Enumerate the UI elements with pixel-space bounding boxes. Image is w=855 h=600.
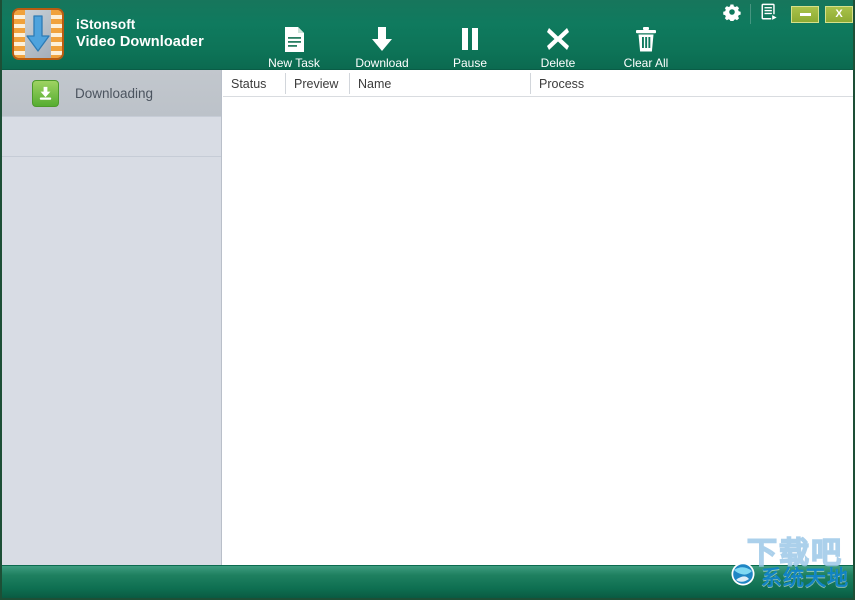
column-header-status[interactable]: Status xyxy=(223,70,285,97)
blue-download-arrow xyxy=(26,15,50,52)
download-task-list[interactable] xyxy=(223,97,853,566)
product-name: Video Downloader xyxy=(76,34,204,51)
table-header-row: Status Preview Name Process xyxy=(223,70,853,97)
trash-can-icon xyxy=(634,24,658,54)
minimize-icon xyxy=(799,12,811,16)
window-controls: X xyxy=(716,2,853,26)
film-strip-download-icon xyxy=(12,8,64,60)
document-list-icon xyxy=(760,3,778,26)
brand-name: iStonsoft xyxy=(76,16,136,32)
close-button[interactable]: X xyxy=(825,5,853,23)
delete-label: Delete xyxy=(540,56,576,70)
application-window: iStonsoft Video Downloader New Task Down… xyxy=(0,0,855,600)
brand-logo-area: iStonsoft Video Downloader xyxy=(12,8,204,60)
column-header-name[interactable]: Name xyxy=(350,70,530,97)
status-bar xyxy=(2,565,853,598)
film-perforations-right xyxy=(51,10,62,58)
column-header-preview[interactable]: Preview xyxy=(286,70,349,97)
content-area: Status Preview Name Process xyxy=(223,70,853,567)
download-arrow-icon xyxy=(369,24,395,54)
log-button[interactable] xyxy=(753,2,785,26)
close-x-icon xyxy=(545,24,571,54)
control-divider xyxy=(750,4,751,24)
new-task-button[interactable]: New Task xyxy=(250,18,338,70)
main-toolbar: New Task Download Pause Delete Clear All xyxy=(250,18,690,70)
column-header-process[interactable]: Process xyxy=(531,70,853,97)
sidebar: Downloading xyxy=(2,70,222,567)
minimize-button[interactable] xyxy=(791,5,819,23)
new-task-label: New Task xyxy=(268,56,320,70)
clear-all-label: Clear All xyxy=(623,56,669,70)
download-label: Download xyxy=(355,56,409,70)
sidebar-item-label: Downloading xyxy=(75,85,154,101)
download-tray-icon xyxy=(32,79,59,107)
delete-button[interactable]: Delete xyxy=(514,18,602,70)
clear-all-button[interactable]: Clear All xyxy=(602,18,690,70)
pause-button[interactable]: Pause xyxy=(426,18,514,70)
film-perforations-left xyxy=(14,10,25,58)
settings-button[interactable] xyxy=(716,2,748,26)
title-bar: iStonsoft Video Downloader New Task Down… xyxy=(2,0,853,70)
brand-text: iStonsoft Video Downloader xyxy=(76,17,204,52)
sidebar-item-downloading[interactable]: Downloading xyxy=(2,70,221,117)
pause-label: Pause xyxy=(452,56,488,70)
pause-icon xyxy=(459,24,481,54)
gear-icon xyxy=(723,3,741,26)
download-button[interactable]: Download xyxy=(338,18,426,70)
sidebar-empty-row xyxy=(2,117,221,157)
document-page-icon xyxy=(283,24,306,54)
